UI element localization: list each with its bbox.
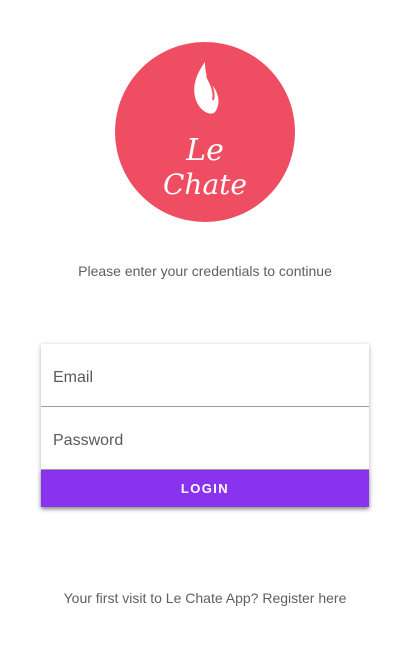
register-prompt-text: Your first visit to Le Chate App? [63,590,259,606]
email-field-wrapper [41,344,369,407]
login-button[interactable]: LOGIN [41,470,369,507]
password-input[interactable] [41,407,369,469]
login-form: LOGIN [41,344,369,507]
email-input[interactable] [41,344,369,406]
app-logo: Le Chate [115,42,295,222]
register-link[interactable]: Register here [262,590,346,606]
brand-line-2: Chate [163,168,247,201]
logo-artwork: Le Chate [163,62,247,201]
logo-circle: Le Chate [115,42,295,222]
register-prompt: Your first visit to Le Chate App? Regist… [0,590,410,606]
instruction-text: Please enter your credentials to continu… [78,263,332,279]
brand-line-1: Le [185,133,224,168]
flame-icon [194,62,219,114]
password-field-wrapper [41,407,369,470]
